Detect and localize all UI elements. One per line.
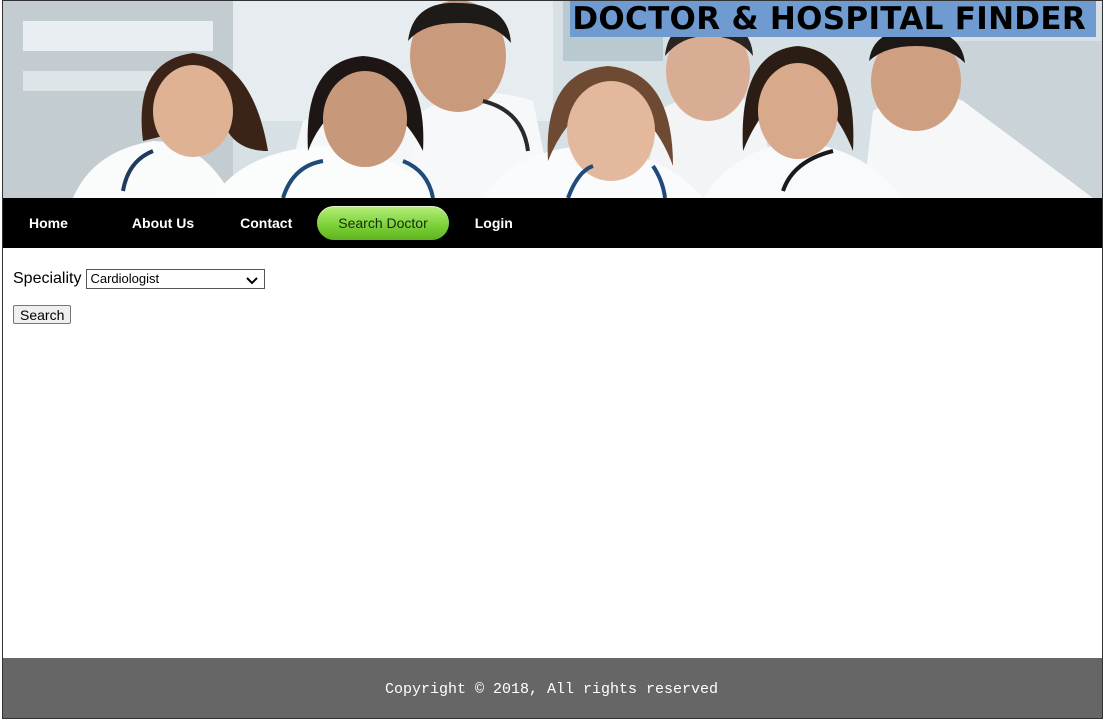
page-frame: DOCTOR & HOSPITAL FINDER Home About Us C…	[2, 0, 1103, 719]
search-form: Speciality Cardiologist Search	[13, 269, 266, 325]
footer: Copyright © 2018, All rights reserved	[3, 658, 1102, 718]
copyright-text: Copyright © 2018, All rights reserved	[384, 680, 719, 698]
site-title: DOCTOR & HOSPITAL FINDER	[570, 1, 1096, 37]
speciality-select[interactable]: Cardiologist	[86, 269, 266, 291]
speciality-row: Speciality Cardiologist	[13, 269, 266, 291]
chevron-down-icon	[246, 273, 259, 291]
nav-search-doctor[interactable]: Search Doctor	[317, 206, 449, 240]
nav-about-us[interactable]: About Us	[132, 215, 194, 231]
speciality-label: Speciality	[13, 270, 82, 287]
search-button[interactable]: Search	[13, 305, 72, 324]
main-nav: Home About Us Contact Search Doctor Logi…	[3, 198, 1102, 248]
header-banner: DOCTOR & HOSPITAL FINDER	[3, 1, 1102, 198]
speciality-selected-value: Cardiologist	[90, 271, 160, 286]
nav-contact[interactable]: Contact	[240, 215, 292, 231]
nav-home[interactable]: Home	[29, 215, 68, 231]
nav-login[interactable]: Login	[475, 215, 513, 231]
